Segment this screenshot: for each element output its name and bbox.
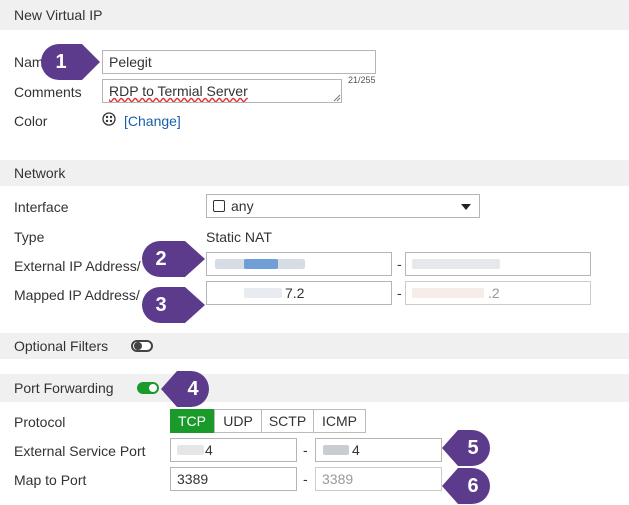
- toggle-knob: [134, 342, 142, 350]
- section-header-network: Network: [0, 160, 629, 186]
- comments-counter: 21/255: [348, 75, 376, 85]
- protocol-icmp-button[interactable]: ICMP: [313, 409, 366, 433]
- mapped-ip-end-value: .2: [488, 285, 500, 301]
- callout-4: 4: [187, 378, 199, 400]
- map-port-range-sep: -: [303, 471, 308, 487]
- external-ip-range-sep: -: [397, 256, 402, 272]
- resize-handle-icon[interactable]: [333, 94, 341, 102]
- external-ip-label: External IP Address/: [14, 258, 141, 274]
- color-label: Color: [14, 113, 48, 129]
- caret-down-icon: [461, 204, 471, 210]
- comments-textarea[interactable]: RDP to Termial Server: [102, 79, 342, 103]
- mapped-ip-range-sep: -: [397, 285, 402, 301]
- section-header-new-vip: New Virtual IP: [0, 0, 629, 30]
- port-forwarding-toggle[interactable]: [137, 382, 159, 394]
- callout-6: 6: [467, 475, 479, 497]
- protocol-sctp-button[interactable]: SCTP: [261, 409, 314, 433]
- optional-filters-label: Optional Filters: [14, 338, 109, 354]
- protocol-udp-button[interactable]: UDP: [214, 409, 262, 433]
- name-input[interactable]: Pelegit: [102, 50, 376, 74]
- interface-label: Interface: [14, 199, 69, 215]
- port-forwarding-label: Port Forwarding: [14, 380, 114, 396]
- mapped-ip-label: Mapped IP Address/: [14, 287, 140, 303]
- external-service-port-label: External Service Port: [14, 443, 146, 459]
- mapped-ip-start-value: 7.2: [285, 285, 305, 301]
- section-header-port-forwarding: Port Forwarding: [0, 374, 629, 402]
- redacted-ip: [412, 259, 500, 269]
- section-header-optional-filters: Optional Filters: [0, 333, 629, 359]
- comments-label: Comments: [14, 84, 82, 100]
- protocol-label: Protocol: [14, 414, 66, 430]
- color-change-link[interactable]: [Change]: [124, 113, 181, 129]
- interface-value: any: [231, 198, 254, 214]
- external-port-range-sep: -: [303, 442, 308, 458]
- map-port-end-input[interactable]: 3389: [315, 467, 442, 491]
- map-port-start-input[interactable]: 3389: [170, 467, 297, 491]
- callout-2: 2: [155, 248, 167, 270]
- palette-icon: [102, 112, 116, 126]
- comments-text: RDP to Termial Server: [109, 83, 248, 99]
- optional-filters-toggle[interactable]: [131, 340, 153, 352]
- redacted-port: [323, 445, 349, 455]
- mapped-ip-start-input[interactable]: 7.2: [206, 281, 392, 305]
- type-value: Static NAT: [206, 229, 272, 245]
- external-port-end-value: 4: [352, 442, 360, 458]
- protocol-tcp-button[interactable]: TCP: [170, 409, 214, 433]
- redacted-ip: [244, 288, 282, 298]
- callout-1: 1: [55, 51, 67, 73]
- toggle-knob: [149, 384, 157, 392]
- redacted-port: [177, 445, 204, 455]
- interface-square-icon: [213, 200, 225, 212]
- callout-5: 5: [467, 437, 479, 459]
- callout-3: 3: [155, 294, 167, 316]
- type-label: Type: [14, 229, 45, 245]
- interface-select[interactable]: any: [206, 194, 480, 218]
- redacted-ip-highlight: [244, 259, 278, 269]
- map-to-port-label: Map to Port: [14, 472, 87, 488]
- external-port-start-value: 4: [205, 442, 213, 458]
- redacted-ip: [412, 288, 484, 298]
